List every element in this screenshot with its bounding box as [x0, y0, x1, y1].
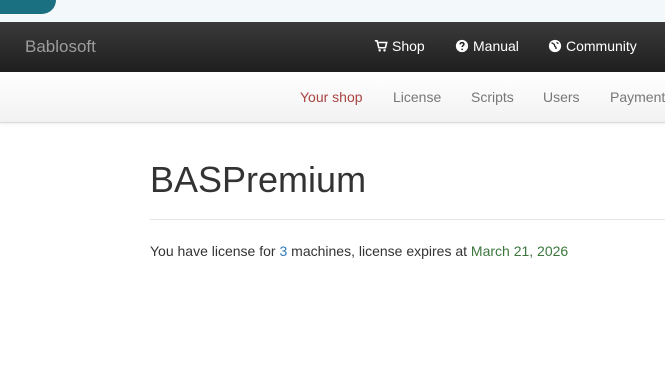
- brand-logo[interactable]: Bablosoft: [25, 37, 96, 57]
- tab-users[interactable]: Users: [543, 89, 580, 105]
- globe-icon: [548, 39, 562, 53]
- tab-payment[interactable]: Payment: [610, 89, 665, 105]
- title-divider: [150, 219, 665, 220]
- cart-icon: [374, 39, 388, 52]
- expiry-date: March 21, 2026: [470, 243, 569, 259]
- navbar: Bablosoft Shop Manual Community: [0, 22, 665, 73]
- nav-manual-label: Manual: [473, 38, 519, 54]
- license-prefix-text: You have license for: [150, 243, 280, 259]
- top-strip: [0, 0, 665, 22]
- browser-tab-shape: [0, 0, 56, 14]
- nav-shop-label: Shop: [392, 38, 425, 54]
- page-title: BASPremium: [150, 159, 367, 200]
- nav-manual[interactable]: Manual: [455, 38, 519, 54]
- license-middle-text: machines, license expires at: [287, 243, 471, 259]
- nav-community-label: Community: [566, 38, 637, 54]
- nav-community[interactable]: Community: [548, 38, 637, 54]
- tab-your-shop[interactable]: Your shop: [300, 89, 363, 105]
- license-info: You have license for 3 machines, license…: [150, 243, 568, 259]
- tab-scripts[interactable]: Scripts: [471, 89, 514, 105]
- tab-license[interactable]: License: [393, 89, 441, 105]
- nav-shop[interactable]: Shop: [374, 38, 425, 54]
- sub-navigation: Your shop License Scripts Users Payment: [0, 72, 665, 123]
- question-circle-icon: [455, 39, 469, 53]
